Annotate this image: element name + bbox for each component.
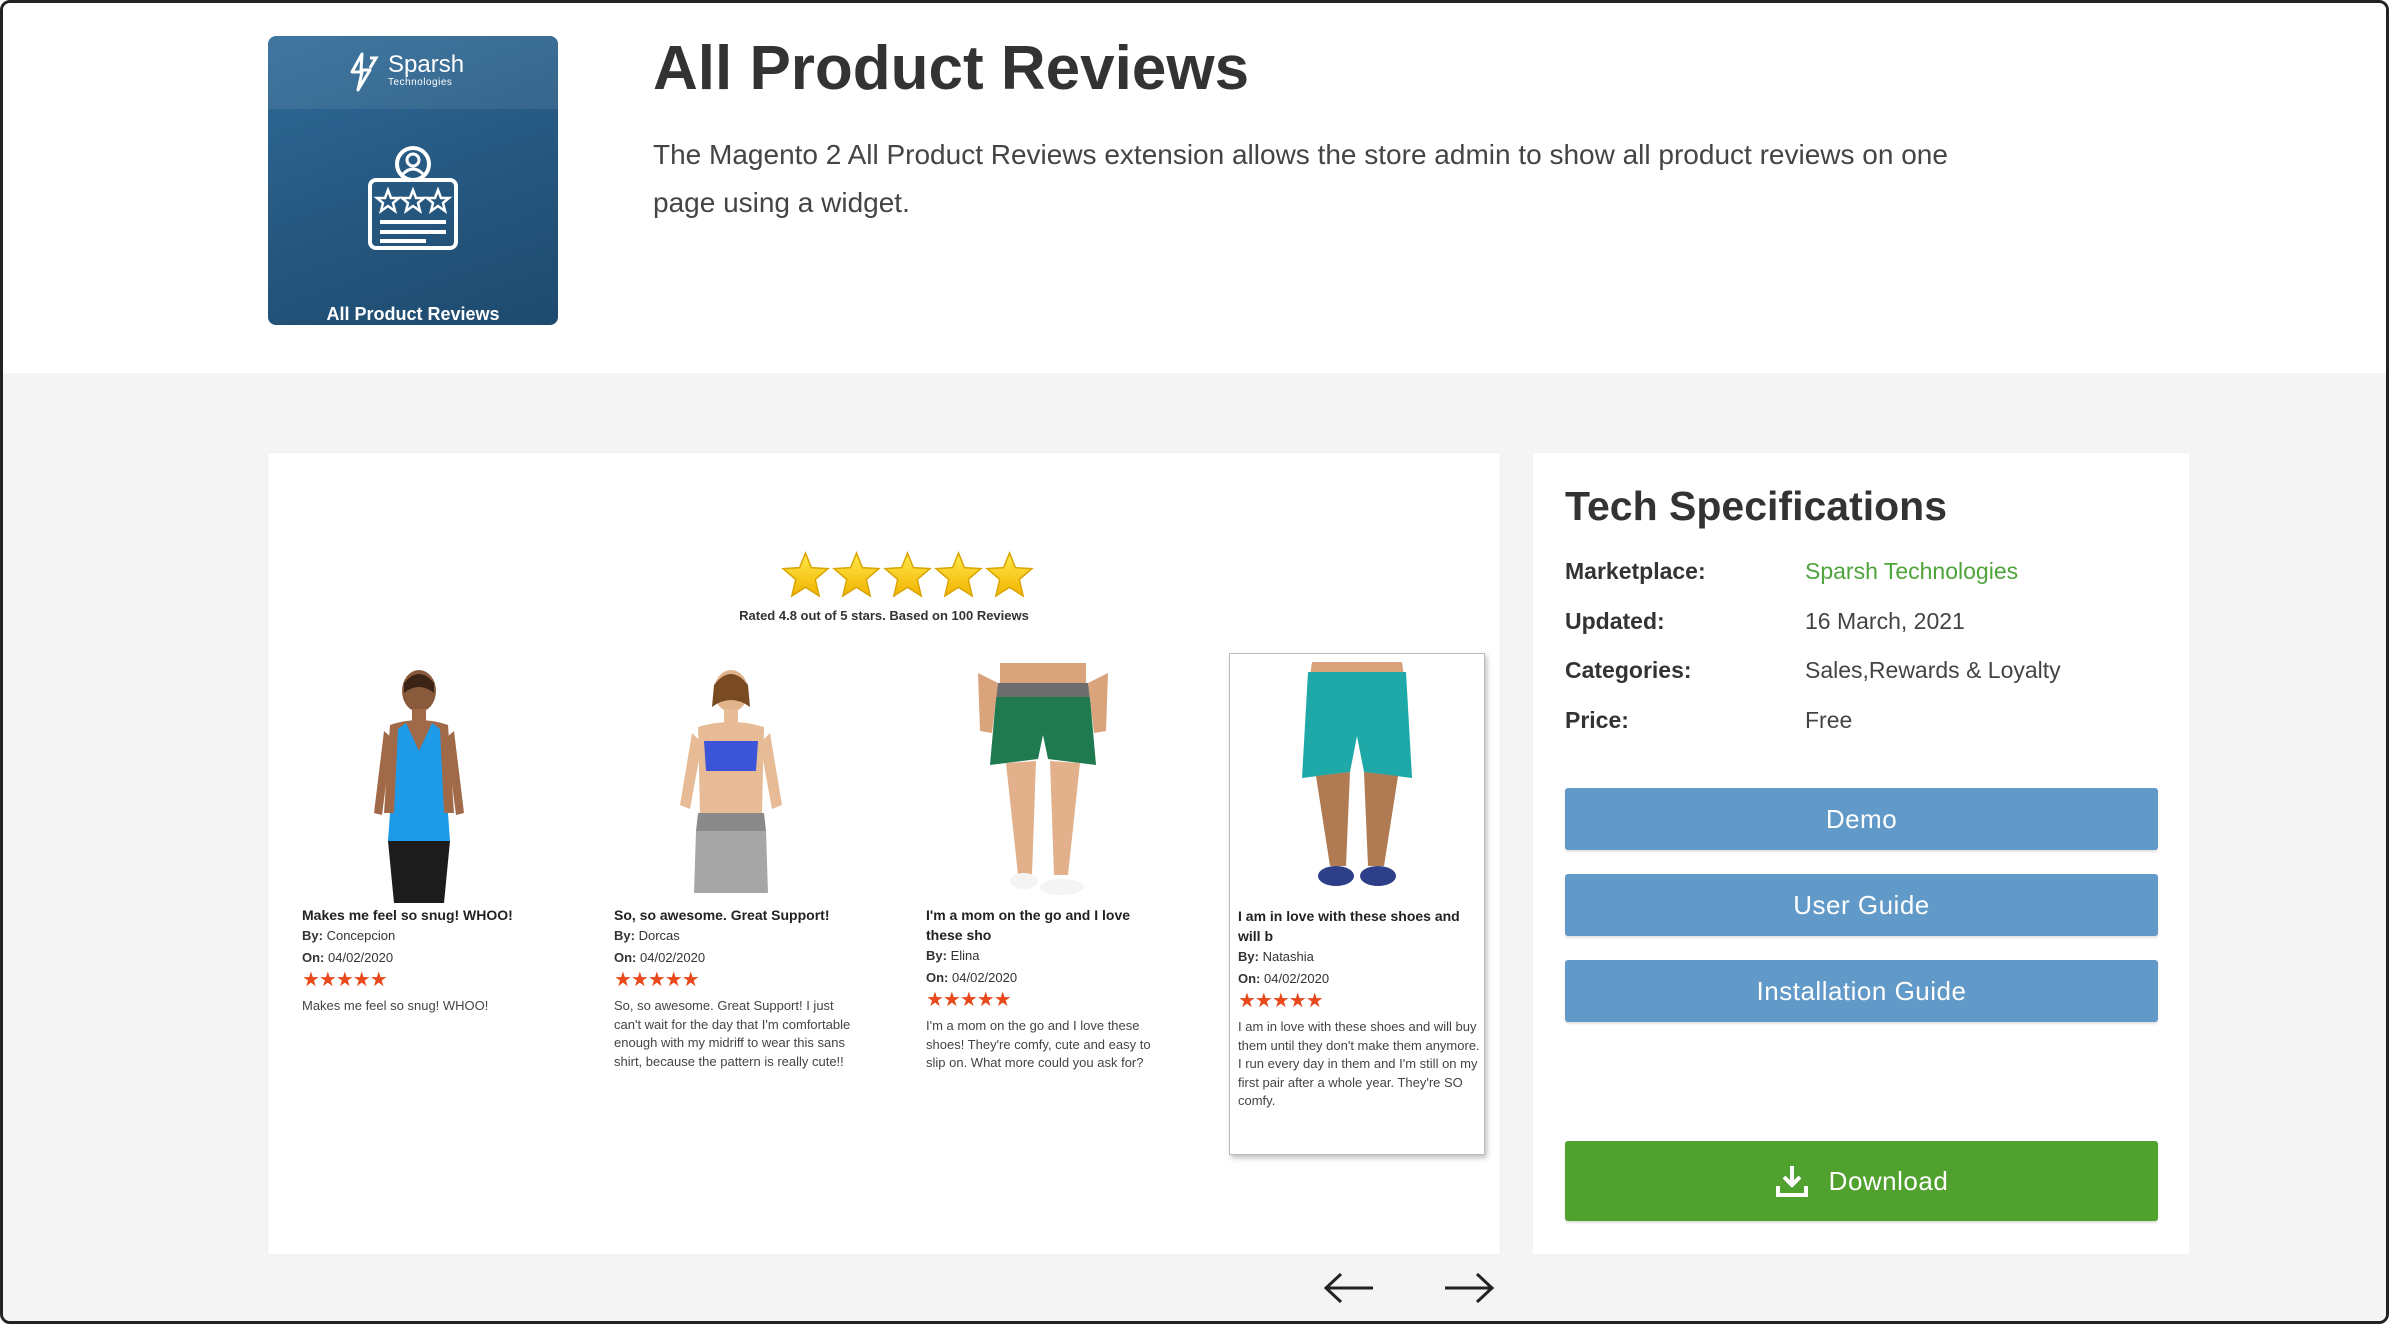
product-photo-tank-top: [374, 670, 464, 903]
product-logo-tile: Sparsh Technologies All Product Reviews: [268, 36, 558, 325]
review-text: Makes me feel so snug! WHOO!: [302, 998, 489, 1013]
spec-value: Sales,Rewards & Loyalty: [1805, 657, 2061, 683]
user-guide-button[interactable]: User Guide: [1565, 874, 2158, 936]
review-author: By: Natashia: [1238, 949, 1314, 964]
page-title: All Product Reviews: [653, 34, 1250, 103]
download-button[interactable]: Download: [1565, 1141, 2158, 1221]
demo-button[interactable]: Demo: [1565, 788, 2158, 850]
spec-value: 16 March, 2021: [1805, 608, 1965, 634]
tech-specifications-panel: Tech Specifications Marketplace: Sparsh …: [1533, 453, 2189, 1254]
review-title: Makes me feel so snug! WHOO!: [302, 907, 513, 923]
review-stars: ★★★★★: [614, 969, 700, 991]
download-label: Download: [1828, 1166, 1949, 1196]
review-author: By: Concepcion: [302, 928, 396, 943]
review-card: So, so awesome. Great Support! By: Dorca…: [606, 663, 856, 1083]
review-date: On: 04/02/2020: [1238, 971, 1330, 986]
product-photo-teal-shorts: [1302, 662, 1412, 886]
brand-sub: Technologies: [388, 77, 453, 88]
review-card-highlighted: I am in love with these shoes and will b…: [1229, 653, 1485, 1155]
spec-value: Free: [1805, 707, 1853, 733]
spec-key: Marketplace:: [1565, 558, 1706, 584]
review-date: On: 04/02/2020: [302, 950, 394, 965]
brand-name: Sparsh: [388, 51, 465, 78]
header-section: Sparsh Technologies All Product Reviews …: [3, 3, 2386, 373]
review-stars: ★★★★★: [1238, 990, 1324, 1012]
product-photo-sports-bra: [680, 670, 782, 893]
review-text: I am in love with these shoes and will b…: [1238, 1019, 1480, 1108]
review-title: I am in love with these shoes and will b: [1238, 908, 1460, 944]
page-frame: Sparsh Technologies All Product Reviews …: [0, 0, 2389, 1324]
spec-key: Price:: [1565, 707, 1629, 733]
arrow-left-icon[interactable]: [1323, 1271, 1375, 1305]
arrow-right-icon[interactable]: [1443, 1271, 1495, 1305]
brand-logo: Sparsh Technologies: [348, 52, 464, 92]
spec-key: Updated:: [1565, 608, 1665, 634]
page-description: The Magento 2 All Product Reviews extens…: [653, 139, 1948, 218]
review-clipboard-icon: [368, 146, 458, 250]
product-photo-green-shorts: [978, 663, 1108, 895]
installation-guide-button[interactable]: Installation Guide: [1565, 960, 2158, 1022]
review-date: On: 04/02/2020: [614, 950, 706, 965]
review-card: I'm a mom on the go and I love these sho…: [918, 663, 1168, 1083]
specs-title: Tech Specifications: [1565, 483, 1948, 529]
review-title: I'm a mom on the go and I love these sho: [926, 907, 1131, 943]
review-stars: ★★★★★: [926, 989, 1012, 1011]
review-text: I'm a mom on the go and I love these sho…: [926, 1018, 1151, 1070]
spec-key: Categories:: [1565, 657, 1692, 683]
review-date: On: 04/02/2020: [926, 970, 1018, 985]
review-author: By: Dorcas: [614, 928, 680, 943]
review-list: Makes me feel so snug! WHOO! By: Concepc…: [268, 453, 1500, 1254]
marketplace-link[interactable]: Sparsh Technologies: [1805, 558, 2165, 585]
review-stars: ★★★★★: [302, 969, 388, 991]
sparsh-bolt-icon: [350, 52, 379, 92]
download-icon: [1775, 1166, 1808, 1197]
review-card: Makes me feel so snug! WHOO! By: Concepc…: [294, 663, 544, 1083]
review-title: So, so awesome. Great Support!: [614, 907, 830, 923]
review-text: So, so awesome. Great Support! I just ca…: [614, 998, 851, 1069]
review-author: By: Elina: [926, 948, 980, 963]
product-preview-image: Rated 4.8 out of 5 stars. Based on 100 R…: [268, 453, 1500, 1254]
tile-label: All Product Reviews: [326, 304, 500, 324]
